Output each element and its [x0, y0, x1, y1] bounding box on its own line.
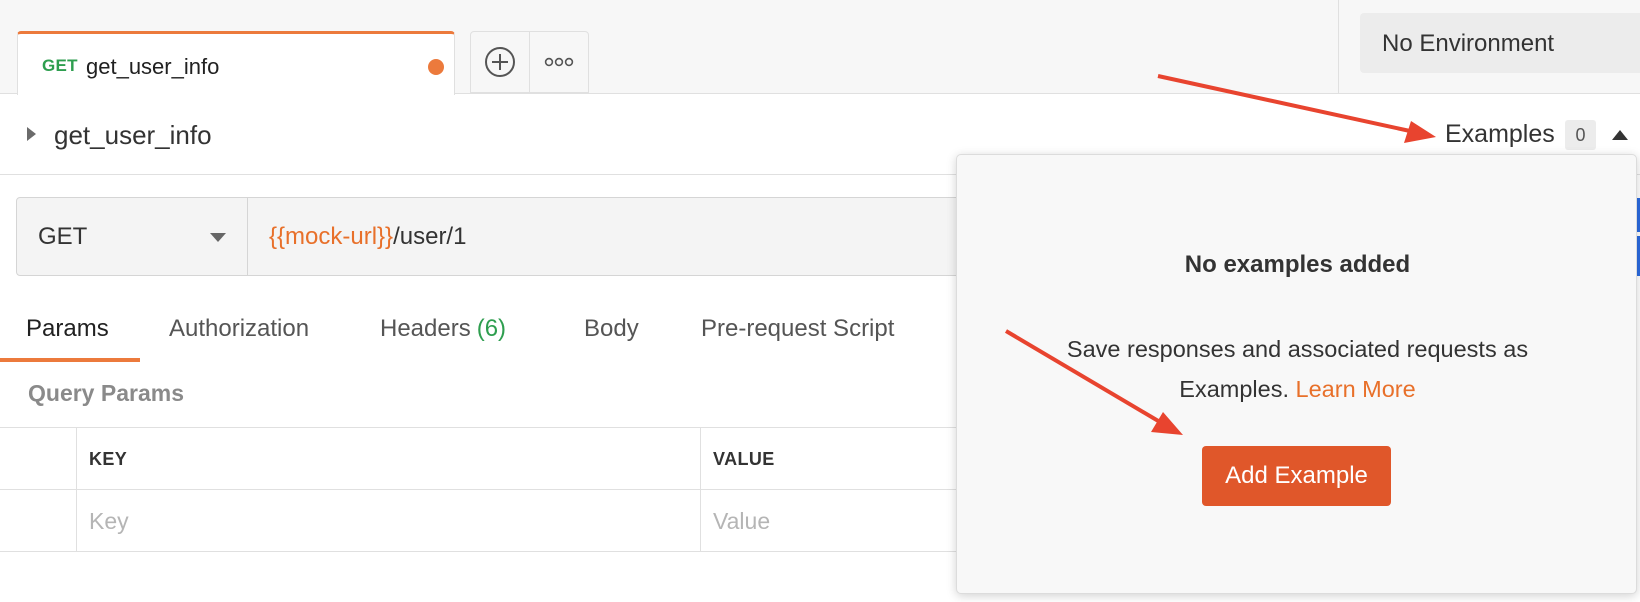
method-select[interactable]: GET [17, 198, 248, 275]
tab-body[interactable]: Body [584, 315, 639, 343]
divider [1338, 0, 1339, 94]
query-params-table: KEY VALUE Key Value [0, 427, 960, 552]
chevron-down-icon [210, 233, 226, 242]
request-tabs: Params Authorization Headers (6) Body Pre… [0, 300, 960, 362]
description-line-2: Examples. [1179, 376, 1289, 402]
tab-options-button[interactable] [529, 31, 589, 93]
key-column-label: KEY [89, 449, 128, 469]
key-input[interactable]: Key [76, 490, 700, 552]
value-column-label: VALUE [713, 449, 775, 469]
plus-circle-icon [471, 32, 529, 92]
examples-dropdown-label[interactable]: Examples [1445, 120, 1555, 149]
url-variable: {{mock-url}} [269, 223, 394, 250]
tab-authorization[interactable]: Authorization [169, 315, 309, 343]
caret-up-icon[interactable] [1612, 130, 1628, 140]
environment-selected-label: No Environment [1382, 30, 1555, 57]
value-input[interactable]: Value [700, 490, 960, 552]
url-path: /user/1 [393, 223, 467, 250]
more-icon [530, 32, 588, 92]
url-bar: GET {{mock-url}}/user/1 [16, 197, 1016, 276]
examples-popover: No examples added Save responses and ass… [956, 154, 1637, 594]
add-example-button[interactable]: Add Example [1202, 446, 1391, 506]
method-select-value: GET [38, 223, 88, 250]
examples-count-badge: 0 [1565, 120, 1596, 150]
tab-headers-label: Headers [380, 315, 471, 342]
tab-name: get_user_info [86, 54, 220, 79]
unsaved-changes-dot-icon [428, 59, 444, 75]
tab-method-label: GET [42, 56, 78, 75]
headers-count: (6) [476, 315, 507, 342]
tab-params[interactable]: Params [26, 315, 109, 343]
request-tab-get-user-info[interactable]: GET get_user_info [17, 31, 455, 95]
tab-pre-request-script[interactable]: Pre-request Script [701, 315, 894, 343]
key-column-header: KEY [76, 428, 700, 490]
description-line-1: Save responses and associated requests a… [1066, 336, 1529, 362]
environment-selector[interactable]: No Environment [1360, 13, 1640, 73]
table-header-row: KEY VALUE [0, 428, 960, 490]
popover-description: Save responses and associated requests a… [1017, 329, 1578, 409]
request-title[interactable]: get_user_info [54, 120, 212, 151]
key-placeholder: Key [89, 508, 129, 534]
url-input[interactable]: {{mock-url}}/user/1 [269, 223, 466, 251]
table-row: Key Value [0, 490, 960, 552]
new-tab-button[interactable] [470, 31, 530, 93]
tab-headers[interactable]: Headers (6) [380, 315, 506, 343]
query-params-heading: Query Params [28, 380, 184, 406]
value-column-header: VALUE [700, 428, 960, 490]
learn-more-link[interactable]: Learn More [1296, 376, 1416, 402]
tab-bar: GET get_user_info No Environment [0, 0, 1640, 95]
expand-caret-icon[interactable] [27, 127, 36, 141]
active-tab-indicator [0, 358, 140, 362]
popover-title: No examples added [1184, 251, 1411, 278]
value-placeholder: Value [713, 508, 771, 534]
